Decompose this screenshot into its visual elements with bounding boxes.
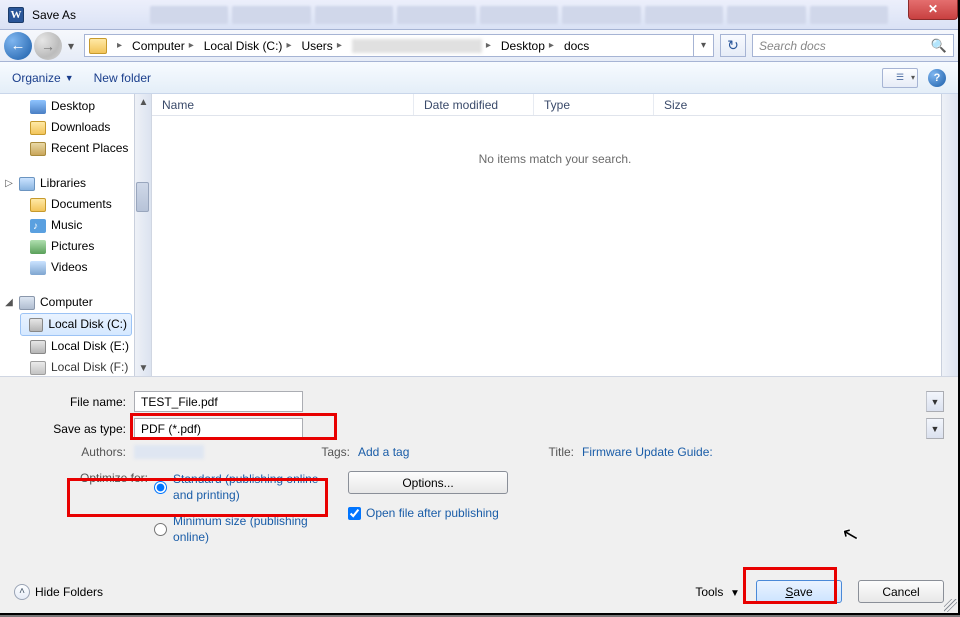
save-button[interactable]: Save [756, 580, 842, 603]
tree-local-disk-f[interactable]: Local Disk (F:) [2, 357, 151, 378]
titlebar: W Save As ✕ [0, 0, 958, 30]
word-app-icon: W [8, 7, 24, 23]
file-list-header[interactable]: Name Date modified Type Size [152, 94, 958, 116]
authors-value-redacted[interactable] [134, 445, 204, 459]
chevron-up-icon: ˄ [14, 584, 30, 600]
tree-documents[interactable]: Documents [2, 194, 151, 215]
optimize-label: Optimize for: [80, 471, 148, 485]
refresh-button[interactable]: ↻ [720, 34, 746, 57]
tree-desktop[interactable]: Desktop [2, 96, 151, 117]
tree-local-disk-c[interactable]: Local Disk (C:) [20, 313, 132, 336]
crumb-user-redacted[interactable]: ▸ [348, 35, 495, 56]
tree-local-disk-e[interactable]: Local Disk (E:) [2, 336, 151, 357]
tree-scrollbar[interactable]: ▲ ▼ [134, 94, 151, 376]
filelist-scrollbar[interactable] [941, 94, 958, 376]
crumb-docs[interactable]: docs [560, 35, 593, 56]
address-dropdown[interactable]: ▾ [693, 35, 713, 56]
title-label: Title: [538, 445, 582, 459]
folder-icon [89, 38, 107, 54]
save-form: File name: ▼ Save as type: ▼ Authors: Ta… [0, 376, 958, 613]
navigation-bar: ← → ▾ ▸ Computer▸ Local Disk (C:)▸ Users… [0, 30, 958, 62]
nav-history-dropdown[interactable]: ▾ [64, 32, 78, 60]
col-date[interactable]: Date modified [414, 94, 534, 115]
tools-menu[interactable]: Tools ▼ [695, 585, 740, 599]
address-bar[interactable]: ▸ Computer▸ Local Disk (C:)▸ Users▸ ▸ De… [84, 34, 714, 57]
cancel-button[interactable]: Cancel [858, 580, 944, 603]
search-placeholder: Search docs [759, 39, 826, 53]
close-button[interactable]: ✕ [908, 0, 958, 20]
crumb-users[interactable]: Users▸ [297, 35, 345, 56]
new-folder-button[interactable]: New folder [94, 71, 151, 85]
titlebar-background-apps [150, 6, 888, 24]
view-options-button[interactable]: ☰ [882, 68, 918, 88]
organize-menu[interactable]: Organize ▼ [12, 71, 74, 85]
tree-recent-places[interactable]: Recent Places [2, 138, 151, 159]
col-name[interactable]: Name [152, 94, 414, 115]
options-button[interactable]: Options... [348, 471, 508, 494]
crumb-desktop[interactable]: Desktop▸ [497, 35, 558, 56]
window-title: Save As [32, 8, 76, 22]
col-size[interactable]: Size [654, 94, 958, 115]
tree-libraries[interactable]: ▷Libraries [2, 173, 151, 194]
filename-input[interactable] [134, 391, 303, 412]
tree-videos[interactable]: Videos [2, 257, 151, 278]
crumb-computer[interactable]: Computer▸ [128, 35, 198, 56]
tree-scroll-thumb[interactable] [136, 182, 149, 212]
file-list[interactable]: Name Date modified Type Size No items ma… [152, 94, 958, 376]
open-after-checkbox[interactable]: Open file after publishing [348, 506, 944, 520]
empty-message: No items match your search. [152, 152, 958, 166]
nav-forward-button[interactable]: → [34, 32, 62, 60]
nav-back-button[interactable]: ← [4, 32, 32, 60]
search-icon: 🔍 [931, 38, 947, 54]
crumb-local-disk-c[interactable]: Local Disk (C:)▸ [200, 35, 296, 56]
tree-music[interactable]: Music [2, 215, 151, 236]
optimize-standard-radio[interactable]: Standard (publishing online and printing… [154, 471, 323, 503]
toolbar: Organize ▼ New folder ☰ ? [0, 62, 958, 94]
crumb-sep[interactable]: ▸ [109, 35, 126, 56]
resize-grip[interactable] [944, 599, 957, 612]
title-input[interactable]: Firmware Update Guide: [582, 445, 713, 459]
help-icon[interactable]: ? [928, 69, 946, 87]
tree-computer[interactable]: ◢Computer [2, 292, 151, 313]
radio-standard[interactable] [154, 472, 167, 503]
savetype-label: Save as type: [14, 422, 134, 436]
savetype-dropdown[interactable]: ▼ [926, 418, 944, 439]
optimize-minimum-radio[interactable]: Minimum size (publishing online) [154, 513, 323, 545]
folder-tree[interactable]: Desktop Downloads Recent Places ▷Librari… [0, 94, 152, 376]
savetype-combo[interactable] [134, 418, 303, 439]
open-after-check[interactable] [348, 507, 361, 520]
tags-label: Tags: [314, 445, 358, 459]
tags-input[interactable]: Add a tag [358, 445, 538, 459]
col-type[interactable]: Type [534, 94, 654, 115]
filename-dropdown[interactable]: ▼ [926, 391, 944, 412]
authors-label: Authors: [14, 445, 134, 459]
filename-label: File name: [14, 395, 134, 409]
radio-minimum[interactable] [154, 514, 167, 545]
hide-folders-button[interactable]: ˄ Hide Folders [14, 584, 103, 600]
tree-pictures[interactable]: Pictures [2, 236, 151, 257]
tree-downloads[interactable]: Downloads [2, 117, 151, 138]
search-input[interactable]: Search docs 🔍 [752, 34, 954, 57]
